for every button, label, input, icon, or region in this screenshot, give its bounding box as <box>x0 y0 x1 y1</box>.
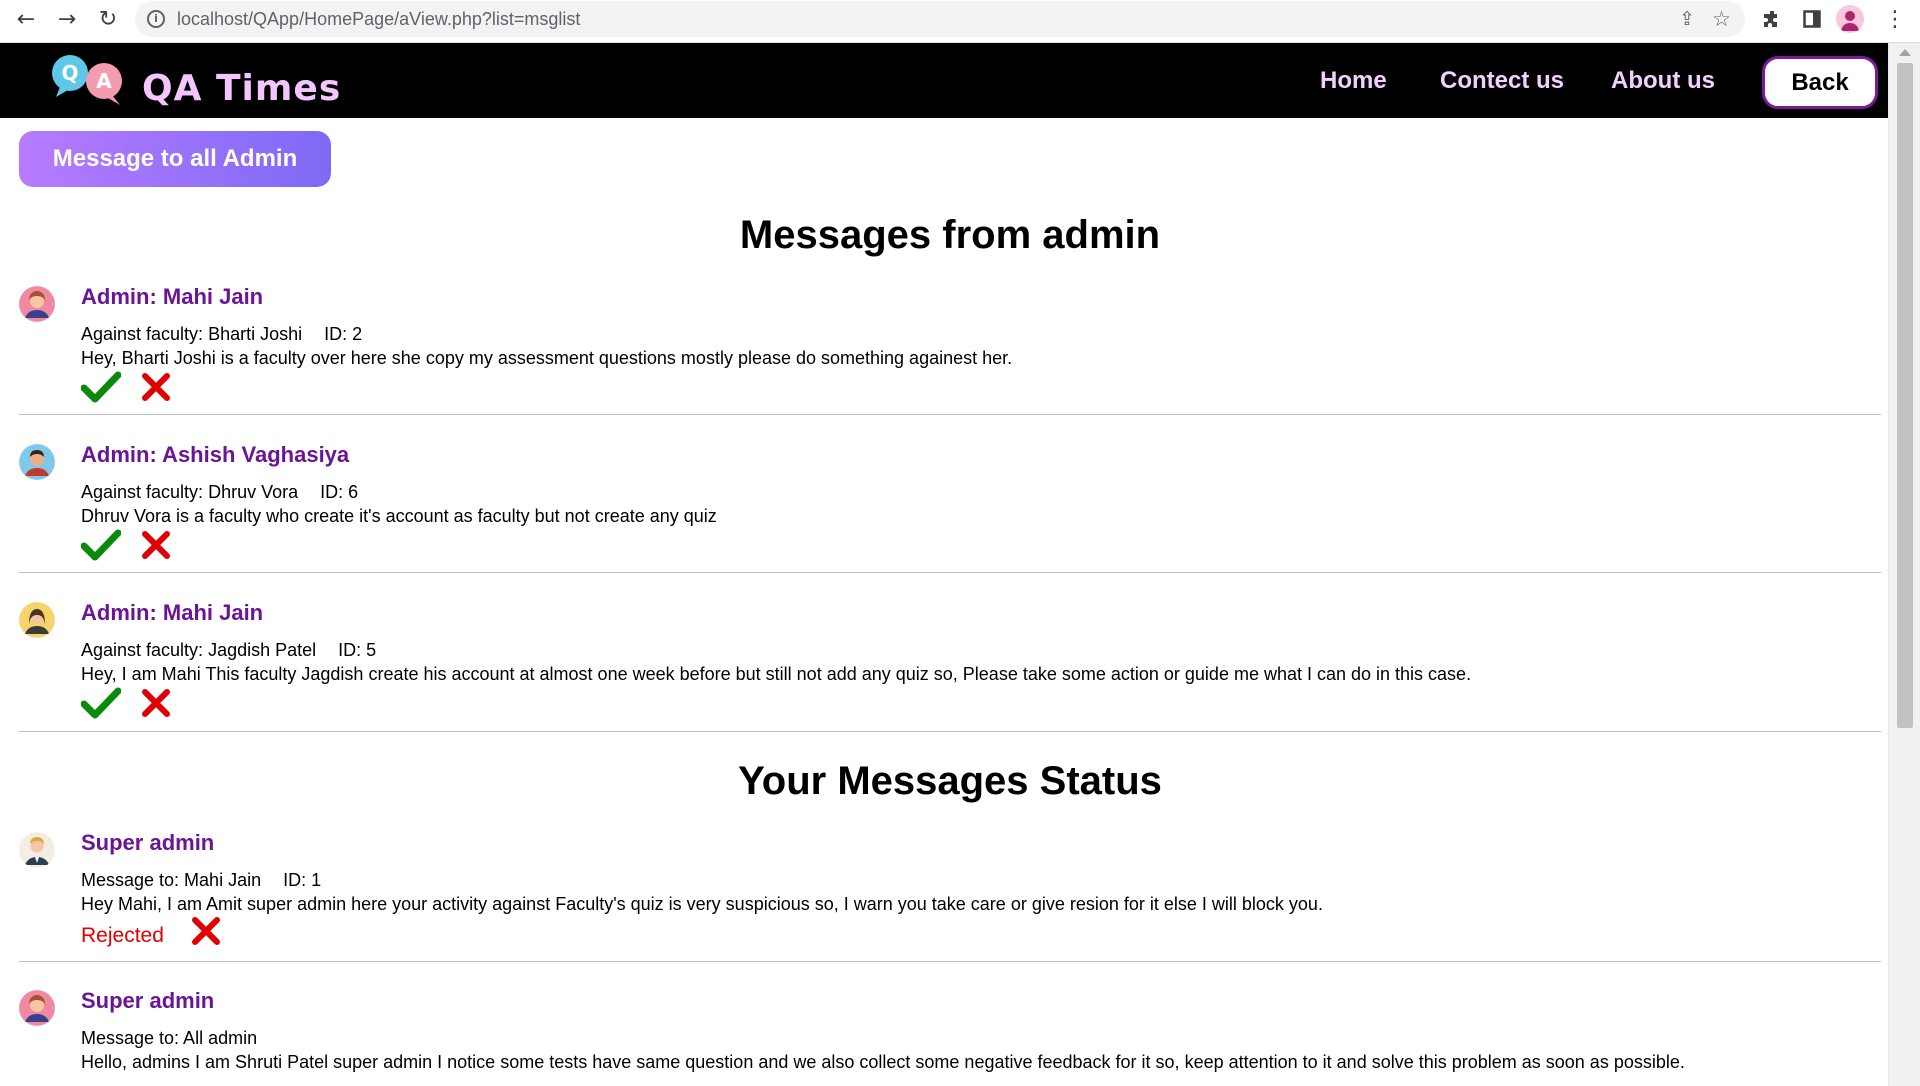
nav-about-us[interactable]: About us <box>1611 67 1715 95</box>
page-scrollbar[interactable] <box>1888 43 1920 1086</box>
message-body: Hello, admins I am Shruti Patel super ad… <box>81 1052 1685 1072</box>
messages-status-heading: Your Messages Status <box>738 759 1162 803</box>
scroll-up-arrow-icon[interactable] <box>1899 49 1911 56</box>
back-button[interactable]: Back <box>1762 56 1878 109</box>
accept-check-icon[interactable] <box>81 528 121 562</box>
message-body: Hey Mahi, I am Amit super admin here you… <box>81 894 1323 914</box>
message-id: ID: 2 <box>324 324 363 344</box>
reload-icon[interactable]: ↻ <box>93 4 123 34</box>
reject-x-icon[interactable] <box>141 688 171 718</box>
admin-message-item: Admin: Mahi Jain Against faculty: Jagdis… <box>19 600 1881 730</box>
message-meta: Against faculty: Bharti Joshi ID: 2 <box>81 324 362 345</box>
logo-bubble-q: Q <box>61 61 78 85</box>
admin-message-item: Admin: Ashish Vaghasiya Against faculty:… <box>19 442 1881 572</box>
address-bar[interactable]: i localhost/QApp/HomePage/aView.php?list… <box>135 1 1745 37</box>
accept-check-icon[interactable] <box>81 370 121 404</box>
message-to-label: Message to: Mahi Jain <box>81 870 262 890</box>
message-body: Dhruv Vora is a faculty who create it's … <box>81 506 717 526</box>
message-id: ID: 6 <box>320 482 359 502</box>
menu-dots-icon[interactable]: ⋮ <box>1880 4 1910 34</box>
message-divider <box>19 961 1881 962</box>
site-header: Q A QA Times Home Contect us About us Ba… <box>0 43 1888 118</box>
share-icon[interactable]: ⇪ <box>1679 8 1695 30</box>
message-meta: Against faculty: Jagdish Patel ID: 5 <box>81 640 376 661</box>
message-sender: Super admin <box>81 830 215 855</box>
accept-check-icon[interactable] <box>81 686 121 720</box>
message-divider <box>19 731 1881 732</box>
against-faculty-label: Against faculty: Bharti Joshi <box>81 324 303 344</box>
message-id: ID: 5 <box>338 640 377 660</box>
against-faculty-label: Against faculty: Jagdish Patel <box>81 640 317 660</box>
message-body: Hey, Bharti Joshi is a faculty over here… <box>81 348 1013 368</box>
message-to-label: Message to: All admin <box>81 1028 258 1048</box>
female-avatar-icon <box>19 286 55 322</box>
bookmark-star-icon[interactable]: ☆ <box>1712 7 1731 31</box>
status-message-item: Super admin Message to: Mahi Jain ID: 1 H… <box>19 830 1881 960</box>
female-avatar-icon <box>19 602 55 638</box>
profile-avatar-icon[interactable] <box>1836 5 1864 33</box>
reject-x-icon[interactable] <box>191 916 221 946</box>
admin-message-item: Admin: Mahi Jain Against faculty: Bharti… <box>19 284 1881 414</box>
message-sender: Admin: Mahi Jain <box>81 600 264 625</box>
female-avatar-icon <box>19 990 55 1026</box>
male-avatar-icon <box>19 444 55 480</box>
status-message-item: Super admin Message to: All admin Hello,… <box>19 988 1881 1086</box>
browser-toolbar: ← → ↻ i localhost/QApp/HomePage/aView.ph… <box>0 0 1920 43</box>
arrow-left-icon[interactable]: ← <box>11 4 41 34</box>
message-sender: Super admin <box>81 988 215 1013</box>
qa-logo-icon: Q A <box>52 55 122 105</box>
message-id: ID: 1 <box>283 870 322 890</box>
reject-x-icon[interactable] <box>141 530 171 560</box>
url-text[interactable]: localhost/QApp/HomePage/aView.php?list=m… <box>177 9 580 30</box>
logo-bubble-a: A <box>96 69 112 93</box>
message-sender: Admin: Ashish Vaghasiya <box>81 442 350 467</box>
message-all-admin-button[interactable]: Message to all Admin <box>19 131 331 187</box>
extensions-puzzle-icon[interactable] <box>1757 4 1787 34</box>
arrow-right-icon[interactable]: → <box>52 4 82 34</box>
male-suit-avatar-icon <box>19 832 55 868</box>
against-faculty-label: Against faculty: Dhruv Vora <box>81 482 299 502</box>
message-divider <box>19 572 1881 573</box>
info-icon[interactable]: i <box>147 10 165 28</box>
side-panel-icon[interactable] <box>1797 4 1827 34</box>
scroll-thumb[interactable] <box>1897 63 1913 728</box>
site-logo-text[interactable]: QA Times <box>142 68 341 109</box>
message-meta: Against faculty: Dhruv Vora ID: 6 <box>81 482 358 503</box>
message-meta: Message to: Mahi Jain ID: 1 <box>81 870 321 891</box>
nav-contact-us[interactable]: Contect us <box>1440 67 1564 95</box>
message-divider <box>19 414 1881 415</box>
nav-home[interactable]: Home <box>1320 67 1387 95</box>
message-body: Hey, I am Mahi This faculty Jagdish crea… <box>81 664 1472 684</box>
status-rejected-label: Rejected <box>81 924 164 947</box>
admin-messages-heading: Messages from admin <box>739 213 1161 257</box>
message-sender: Admin: Mahi Jain <box>81 284 264 309</box>
reject-x-icon[interactable] <box>141 372 171 402</box>
message-meta: Message to: All admin <box>81 1028 257 1049</box>
